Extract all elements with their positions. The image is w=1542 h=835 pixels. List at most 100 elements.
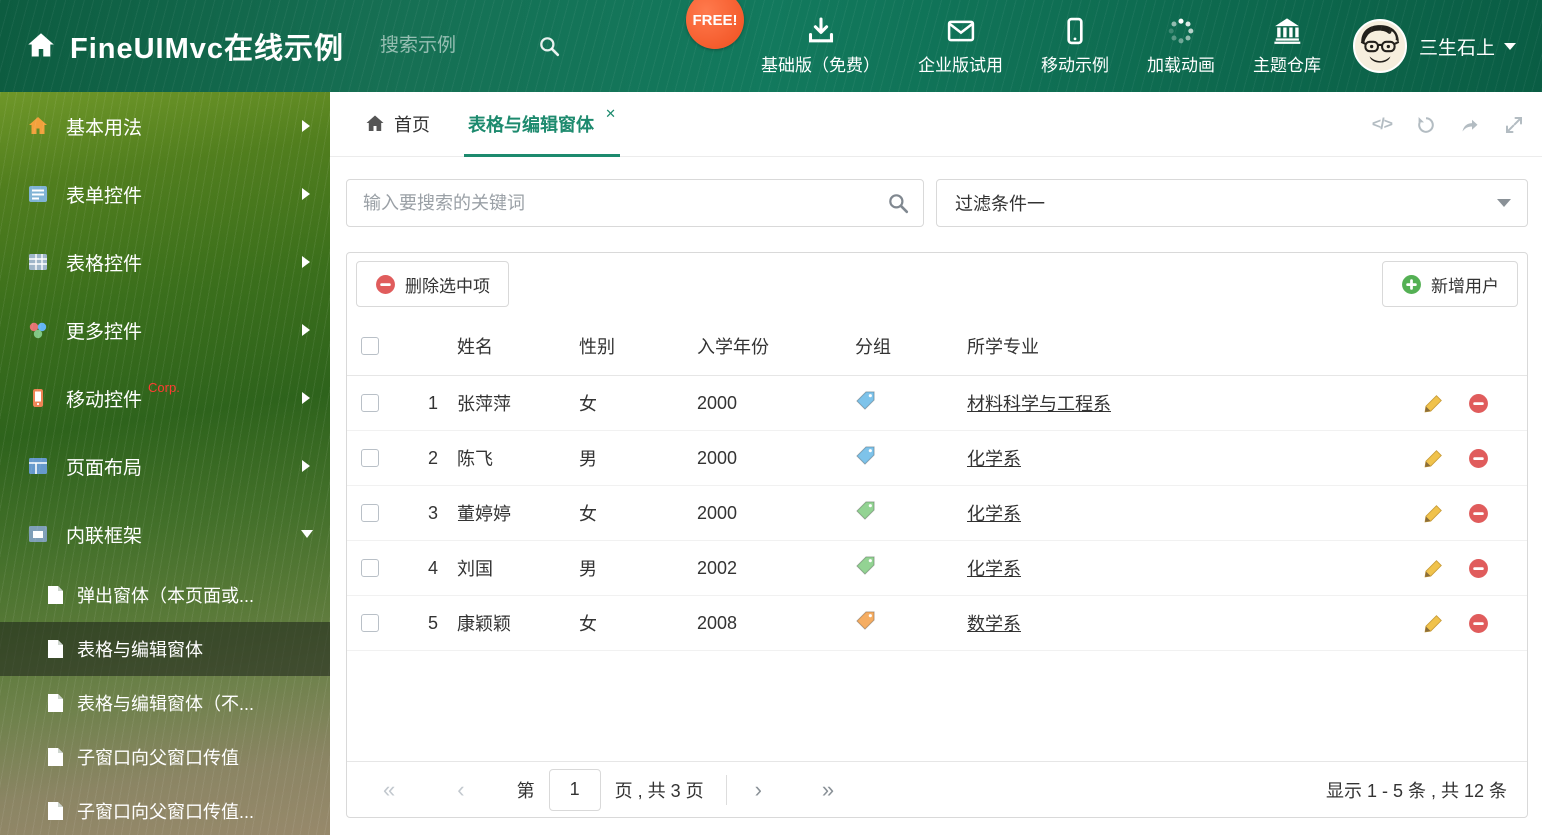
tag-icon xyxy=(855,500,876,521)
nav-item-mobile-demo[interactable]: 移动示例 xyxy=(1022,17,1128,76)
table-row: 3 董婷婷 女 2000 化学系 xyxy=(347,486,1527,541)
next-page-button[interactable]: › xyxy=(755,777,762,803)
chevron-right-icon xyxy=(302,392,310,404)
header-gender: 性别 xyxy=(579,336,615,357)
keyword-search-input[interactable] xyxy=(363,192,887,214)
source-code-icon[interactable]: </> xyxy=(1372,116,1393,134)
sidebar-subitem-label: 表格与编辑窗体（不... xyxy=(77,694,255,714)
file-icon xyxy=(47,747,64,767)
home-icon xyxy=(27,115,49,137)
prev-page-button[interactable]: ‹ xyxy=(457,777,464,803)
sidebar-subitem-label: 弹出窗体（本页面或... xyxy=(77,586,255,606)
edit-icon[interactable] xyxy=(1423,448,1444,469)
cell-name: 刘国 xyxy=(457,559,493,579)
page-number-input[interactable] xyxy=(548,768,601,811)
cell-name: 陈飞 xyxy=(457,449,493,469)
sidebar-item-table-controls[interactable]: 表格控件 xyxy=(0,228,330,296)
major-link[interactable]: 化学系 xyxy=(967,504,1021,524)
header-search xyxy=(380,35,560,57)
sidebar-item-iframe[interactable]: 内联框架 xyxy=(0,500,330,568)
expand-icon[interactable] xyxy=(1504,115,1524,135)
filter-row: 过滤条件一 xyxy=(346,179,1528,227)
search-icon[interactable] xyxy=(538,35,560,57)
delete-icon[interactable] xyxy=(1468,558,1489,579)
first-page-button[interactable]: « xyxy=(383,777,395,803)
plus-circle-icon xyxy=(1401,274,1422,295)
row-checkbox[interactable] xyxy=(361,449,379,467)
row-index: 5 xyxy=(427,612,438,633)
chevron-right-icon xyxy=(302,120,310,132)
nav-label: 企业版试用 xyxy=(918,55,1003,75)
filter-dropdown[interactable]: 过滤条件一 xyxy=(936,179,1528,227)
major-link[interactable]: 材料科学与工程系 xyxy=(967,394,1111,414)
nav-item-enterprise-trial[interactable]: 企业版试用 xyxy=(899,17,1022,76)
sidebar-subitem-grid-edit-window[interactable]: 表格与编辑窗体 xyxy=(0,622,330,676)
sidebar-item-mobile-controls[interactable]: 移动控件 Corp. xyxy=(0,364,330,432)
delete-icon[interactable] xyxy=(1468,448,1489,469)
chevron-down-icon xyxy=(301,530,313,538)
major-link[interactable]: 化学系 xyxy=(967,559,1021,579)
sidebar-subitem-child-to-parent-2[interactable]: 子窗口向父窗口传值... xyxy=(0,784,330,835)
sidebar-item-form-controls[interactable]: 表单控件 xyxy=(0,160,330,228)
last-page-button[interactable]: » xyxy=(822,777,834,803)
cell-gender: 女 xyxy=(579,504,597,524)
tag-icon xyxy=(855,555,876,576)
tab-label: 表格与编辑窗体 xyxy=(468,115,594,135)
nav-item-loading-animation[interactable]: 加载动画 xyxy=(1128,17,1234,76)
tab-grid-edit-window[interactable]: 表格与编辑窗体 ✕ xyxy=(464,92,620,157)
table-row: 1 张萍萍 女 2000 材料科学与工程系 xyxy=(347,376,1527,431)
delete-selected-button[interactable]: 删除选中项 xyxy=(356,261,509,307)
search-icon[interactable] xyxy=(887,192,909,214)
user-name: 三生石上 xyxy=(1418,37,1495,59)
refresh-icon[interactable] xyxy=(1416,115,1436,135)
record-summary: 显示 1 - 5 条 , 共 12 条 xyxy=(1325,780,1507,801)
row-checkbox[interactable] xyxy=(361,559,379,577)
row-index: 3 xyxy=(427,502,438,523)
select-all-checkbox[interactable] xyxy=(361,336,379,355)
sidebar-item-basic-usage[interactable]: 基本用法 xyxy=(0,92,330,160)
row-checkbox[interactable] xyxy=(361,614,379,632)
grid-panel: 删除选中项 新增用户 姓名 性别 入学年份 分组 所学专业 1 张萍萍 女 20… xyxy=(346,252,1528,818)
sidebar-item-more-controls[interactable]: 更多控件 xyxy=(0,296,330,364)
header-name: 姓名 xyxy=(457,336,493,357)
table-icon xyxy=(27,251,49,273)
row-checkbox[interactable] xyxy=(361,394,379,412)
cell-name: 张萍萍 xyxy=(457,394,511,414)
sidebar-subitem-child-to-parent[interactable]: 子窗口向父窗口传值 xyxy=(0,730,330,784)
row-index: 2 xyxy=(427,447,438,468)
delete-icon[interactable] xyxy=(1468,503,1489,524)
sidebar-item-page-layout[interactable]: 页面布局 xyxy=(0,432,330,500)
share-icon[interactable] xyxy=(1460,115,1480,135)
delete-icon[interactable] xyxy=(1468,613,1489,634)
home-icon[interactable] xyxy=(26,31,56,61)
row-checkbox[interactable] xyxy=(361,504,379,522)
header-search-input[interactable] xyxy=(380,35,531,57)
free-badge: FREE! xyxy=(686,0,744,49)
edit-icon[interactable] xyxy=(1423,558,1444,579)
edit-icon[interactable] xyxy=(1423,503,1444,524)
edit-icon[interactable] xyxy=(1423,613,1444,634)
tab-home[interactable]: 首页 xyxy=(365,92,430,156)
add-user-button[interactable]: 新增用户 xyxy=(1382,261,1518,307)
spinner-icon xyxy=(1167,17,1195,45)
header-major: 所学专业 xyxy=(967,336,1039,357)
cell-gender: 女 xyxy=(579,614,597,634)
cell-gender: 男 xyxy=(579,449,597,469)
mobile-icon xyxy=(1061,17,1089,45)
major-link[interactable]: 化学系 xyxy=(967,449,1021,469)
user-menu[interactable]: 三生石上 xyxy=(1352,0,1516,92)
close-icon[interactable]: ✕ xyxy=(605,106,616,122)
tag-icon xyxy=(855,445,876,466)
sidebar-subitem-grid-edit-window-2[interactable]: 表格与编辑窗体（不... xyxy=(0,676,330,730)
button-label: 删除选中项 xyxy=(405,276,490,296)
delete-icon[interactable] xyxy=(1468,393,1489,414)
sidebar-subitem-label: 子窗口向父窗口传值... xyxy=(77,802,255,822)
table-row: 5 康颖颖 女 2008 数学系 xyxy=(347,596,1527,651)
edit-icon[interactable] xyxy=(1423,393,1444,414)
major-link[interactable]: 数学系 xyxy=(967,614,1021,634)
sidebar-subitem-popup-window[interactable]: 弹出窗体（本页面或... xyxy=(0,568,330,622)
mobile-icon xyxy=(27,387,49,409)
nav-item-theme-store[interactable]: 主题仓库 xyxy=(1234,17,1340,76)
nav-item-basic-edition[interactable]: 基础版（免费） xyxy=(742,17,899,76)
avatar xyxy=(1352,19,1407,73)
